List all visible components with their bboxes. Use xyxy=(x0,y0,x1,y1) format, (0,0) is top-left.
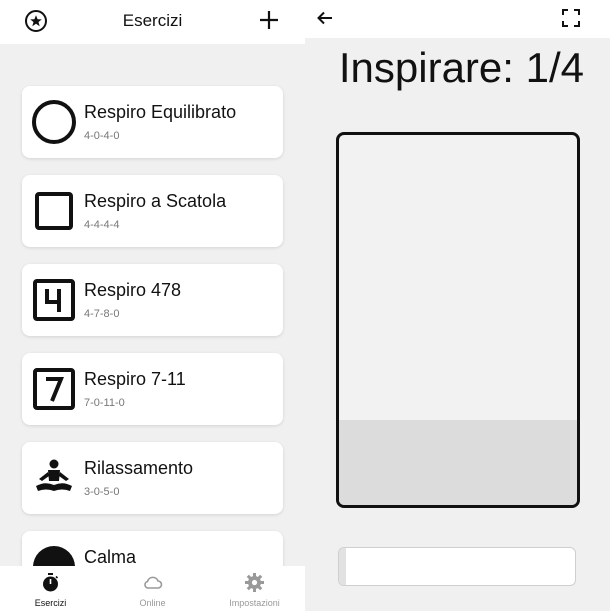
exercise-name: Calma xyxy=(84,547,137,566)
exercise-pattern: 4-4-4-4 xyxy=(84,219,120,231)
square-icon xyxy=(35,192,73,230)
session-toolbar xyxy=(305,0,610,38)
exercise-name: Respiro Equilibrato xyxy=(84,102,237,122)
cloud-icon xyxy=(144,576,163,589)
exercise-pattern: 3-0-5-0 xyxy=(84,486,120,498)
exercise-name: Rilassamento xyxy=(84,458,194,478)
breath-visualizer xyxy=(336,132,580,508)
fullscreen-icon[interactable] xyxy=(562,9,580,27)
exercise-card-respiro-7-11[interactable]: Respiro 7-11 7-0-11-0 xyxy=(22,353,283,425)
breathing-session-screen: Inspirare: 1/4 xyxy=(305,0,610,611)
exercise-card-calma[interactable]: Calma xyxy=(22,531,283,566)
exercise-pattern: 4-0-4-0 xyxy=(84,130,120,142)
nav-label: Online xyxy=(139,598,166,608)
meditation-icon xyxy=(36,459,72,491)
nav-label: Esercizi xyxy=(34,598,67,608)
exercise-list: Respiro Equilibrato 4-0-4-0 Respiro a Sc… xyxy=(0,44,305,566)
exercise-name: Respiro 7-11 xyxy=(84,369,186,389)
session-progress-bar xyxy=(338,547,576,586)
nav-label: Impostazioni xyxy=(229,598,280,608)
exercise-name: Respiro a Scatola xyxy=(84,191,227,211)
circle-icon xyxy=(32,100,76,144)
nav-item-impostazioni[interactable]: Impostazioni xyxy=(204,566,305,611)
gear-icon xyxy=(245,573,264,592)
arrow-left-icon[interactable] xyxy=(315,8,335,28)
stopwatch-icon xyxy=(43,573,59,592)
number-4-box-icon xyxy=(33,279,75,321)
exercise-name: Respiro 478 xyxy=(84,280,182,300)
exercise-pattern: 7-0-11-0 xyxy=(84,397,125,409)
plus-icon[interactable] xyxy=(258,9,280,31)
number-7-box-icon xyxy=(33,368,75,410)
breath-phase-label: Inspirare: 1/4 xyxy=(338,44,584,91)
calm-icon xyxy=(33,546,75,566)
nav-item-esercizi[interactable]: Esercizi xyxy=(0,566,101,611)
exercise-card-respiro-equilibrato[interactable]: Respiro Equilibrato 4-0-4-0 xyxy=(22,86,283,158)
exercise-pattern: 4-7-8-0 xyxy=(84,308,120,320)
breath-fill-level xyxy=(339,419,577,505)
exercise-list-screen: Esercizi Respiro Equilibrato 4-0-4-0 Res… xyxy=(0,0,305,611)
top-app-bar: Esercizi xyxy=(0,0,305,44)
exercise-card-rilassamento[interactable]: Rilassamento 3-0-5-0 xyxy=(22,442,283,514)
exercise-card-respiro-a-scatola[interactable]: Respiro a Scatola 4-4-4-4 xyxy=(22,175,283,247)
nav-item-online[interactable]: Online xyxy=(102,566,203,611)
exercise-card-respiro-478[interactable]: Respiro 478 4-7-8-0 xyxy=(22,264,283,336)
bottom-navigation: Esercizi Online Impostazioni xyxy=(0,566,305,611)
session-progress-fill xyxy=(339,548,347,585)
